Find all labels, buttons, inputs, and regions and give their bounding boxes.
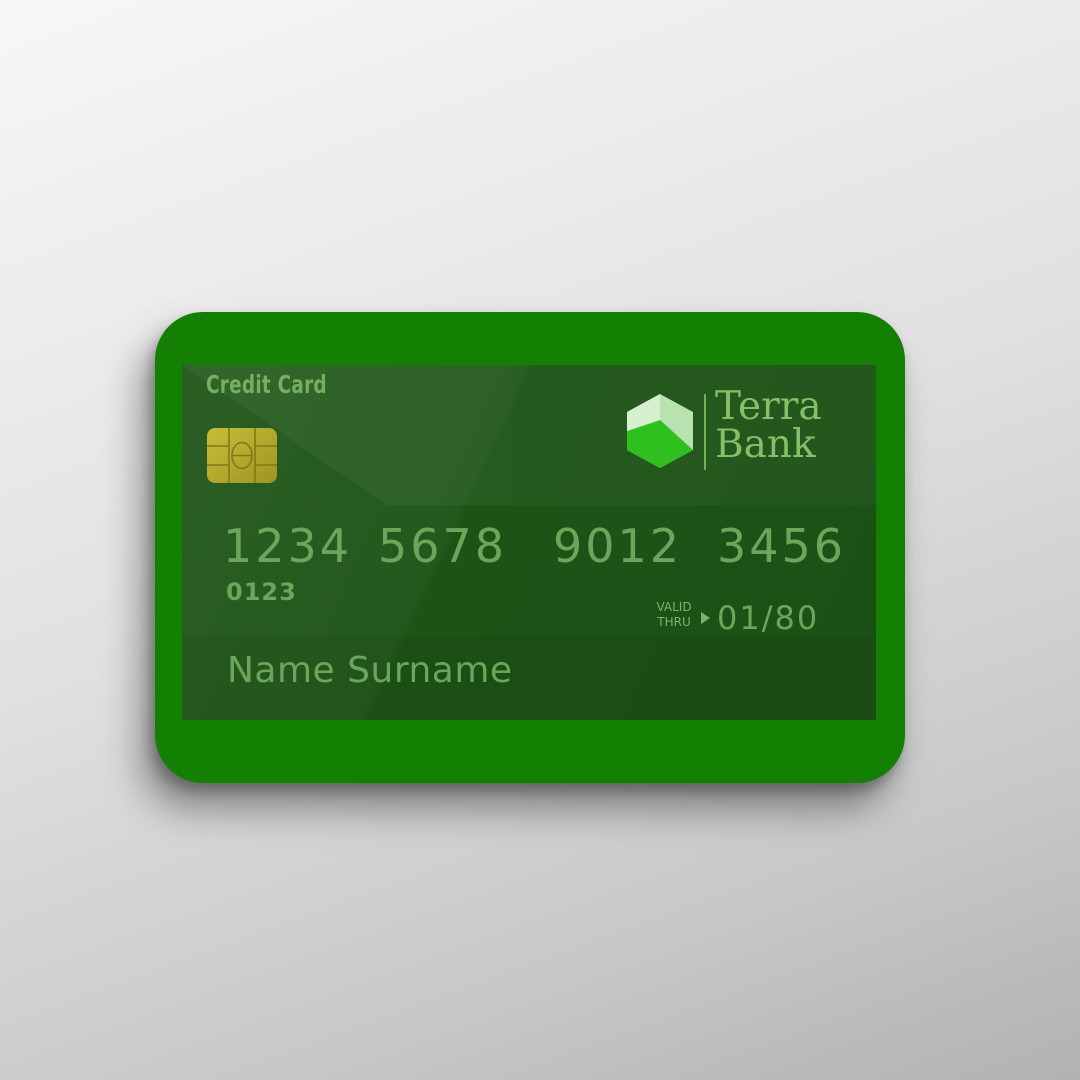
expiry-date: 01/80 (717, 599, 820, 637)
card-number-group-4: 3456 (717, 519, 847, 573)
card-number-group-2: 5678 (378, 519, 508, 573)
background: Credit Card Terra Bank 1234 5678 9012 34… (0, 0, 1080, 1080)
card-number: 1234 5678 9012 3456 (223, 519, 849, 573)
valid-thru-label: VALID THRU (649, 600, 699, 630)
card-number-group-1: 1234 (223, 519, 353, 573)
card-type-label: Credit Card (206, 370, 327, 399)
cardholder-name: Name Surname (227, 650, 513, 691)
card-number-group-3: 9012 (553, 519, 683, 573)
valid-label-line1: VALID (656, 600, 692, 614)
bank-name: Terra Bank (715, 384, 822, 467)
emv-chip-icon (207, 428, 277, 483)
bank-name-line1: Terra (715, 384, 822, 429)
credit-card: Credit Card Terra Bank 1234 5678 9012 34… (155, 312, 905, 783)
card-sub-number: 0123 (226, 578, 297, 606)
valid-label-line2: THRU (657, 615, 691, 629)
logo-divider (704, 394, 706, 470)
hexagon-logo-icon (627, 394, 693, 468)
triangle-right-icon (701, 612, 710, 624)
bank-name-line2: Bank (715, 422, 816, 467)
